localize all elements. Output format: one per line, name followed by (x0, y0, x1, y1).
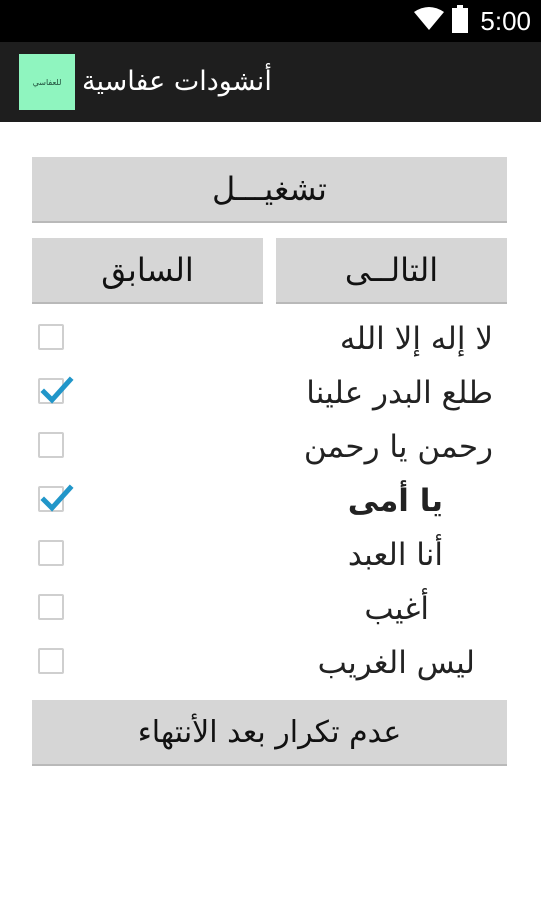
song-title: رحمن يا رحمن (303, 429, 493, 465)
app-icon-text: للعفاسي (32, 77, 62, 87)
song-title: أغيب (364, 591, 429, 627)
song-checkbox[interactable] (38, 376, 74, 404)
song-row[interactable]: أغيب (0, 582, 541, 636)
song-row[interactable]: طلع البدر علينا (0, 366, 541, 420)
previous-button[interactable]: السابق (32, 238, 263, 302)
song-checkbox[interactable] (38, 484, 74, 512)
no-repeat-button[interactable]: عدم تكرار بعد الأنتهاء (32, 700, 507, 764)
song-row[interactable]: يا أمى (0, 474, 541, 528)
song-checkbox[interactable] (38, 540, 64, 566)
status-bar: 5:00 (0, 0, 541, 42)
wifi-icon (414, 7, 445, 35)
action-bar: للعفاسي أنشودات عفاسية (0, 42, 541, 122)
checkmark-icon (40, 376, 74, 404)
song-title: لا إله إلا الله (339, 321, 493, 357)
song-title: طلع البدر علينا (306, 375, 493, 411)
song-title: أنا العبد (347, 537, 443, 573)
song-checkbox[interactable] (38, 324, 64, 350)
song-checkbox[interactable] (38, 648, 64, 674)
song-title: ليس الغريب (317, 645, 475, 681)
play-button[interactable]: تشغيـــل (32, 157, 507, 221)
app-title: أنشودات عفاسية (82, 66, 272, 97)
song-title: يا أمى (347, 483, 443, 519)
song-checkbox[interactable] (38, 594, 64, 620)
status-time: 5:00 (480, 5, 531, 36)
next-button[interactable]: التالــى (276, 238, 507, 302)
battery-icon (452, 5, 469, 37)
checkmark-icon (40, 484, 74, 512)
status-icons: 5:00 (414, 5, 531, 37)
app-icon: للعفاسي (19, 54, 75, 110)
song-row[interactable]: أنا العبد (0, 528, 541, 582)
song-row[interactable]: ليس الغريب (0, 636, 541, 690)
song-row[interactable]: لا إله إلا الله (0, 312, 541, 366)
song-row[interactable]: رحمن يا رحمن (0, 420, 541, 474)
song-checkbox[interactable] (38, 432, 64, 458)
